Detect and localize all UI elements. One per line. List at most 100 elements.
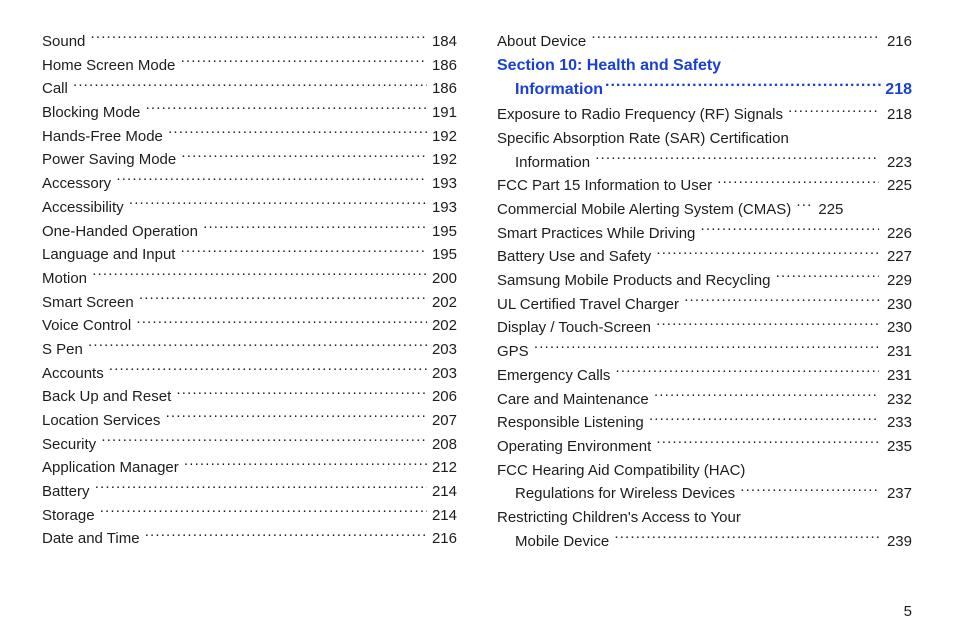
toc-entry-page: 212: [428, 456, 457, 480]
toc-entry[interactable]: Storage 214: [42, 504, 457, 528]
section-header-line1[interactable]: Section 10: Health and Safety: [497, 54, 912, 79]
toc-entry-page: 218: [880, 103, 912, 127]
toc-entry[interactable]: Back Up and Reset 206: [42, 385, 457, 409]
toc-dots: [88, 339, 427, 354]
toc-entry-label: Regulations for Wireless Devices: [515, 482, 739, 506]
toc-dots: [100, 505, 427, 520]
toc-dots: [656, 317, 879, 332]
toc-dots: [139, 292, 427, 307]
toc-entry-page: 206: [428, 385, 457, 409]
toc-entry[interactable]: Battery Use and Safety 227: [497, 245, 912, 269]
toc-entry[interactable]: Hands-Free Mode 192: [42, 125, 457, 149]
toc-entry[interactable]: One-Handed Operation 195: [42, 220, 457, 244]
toc-entry[interactable]: Regulations for Wireless Devices 237: [497, 482, 912, 506]
toc-entry-label: Smart Practices While Driving: [497, 222, 700, 246]
toc-entry[interactable]: UL Certified Travel Charger 230: [497, 293, 912, 317]
toc-entry[interactable]: FCC Part 15 Information to User 225: [497, 174, 912, 198]
toc-entry[interactable]: Language and Input 195: [42, 243, 457, 267]
toc-dots: [145, 528, 427, 543]
toc-dots: [776, 270, 879, 285]
toc-entry-page: 202: [428, 314, 457, 338]
toc-dots: [534, 341, 879, 356]
toc-entry-label: Sound: [42, 30, 90, 54]
section-header-line2[interactable]: Information 218: [497, 78, 912, 103]
toc-entry-label: Information: [515, 151, 594, 175]
toc-entry-page: 193: [428, 196, 457, 220]
toc-entry[interactable]: Accessory 193: [42, 172, 457, 196]
toc-entry-label: Smart Screen: [42, 291, 138, 315]
toc-dots: [701, 223, 879, 238]
toc-entry-page: 195: [428, 243, 457, 267]
toc-entry[interactable]: Care and Maintenance 232: [497, 388, 912, 412]
toc-entry-label: One-Handed Operation: [42, 220, 202, 244]
toc-entry[interactable]: Date and Time 216: [42, 527, 457, 551]
toc-entry-page: 237: [880, 482, 912, 506]
toc-entry[interactable]: Sound 184: [42, 30, 457, 54]
toc-entry[interactable]: Voice Control 202: [42, 314, 457, 338]
toc-entry[interactable]: Operating Environment 235: [497, 435, 912, 459]
toc-entry-page: 193: [428, 172, 457, 196]
toc-entry-page: 214: [428, 504, 457, 528]
toc-entry-page: 203: [428, 362, 457, 386]
toc-entry-page: 227: [880, 245, 912, 269]
toc-entry[interactable]: Location Services 207: [42, 409, 457, 433]
toc-entry[interactable]: S Pen 203: [42, 338, 457, 362]
toc-entry[interactable]: Smart Screen 202: [42, 291, 457, 315]
toc-entry[interactable]: Emergency Calls 231: [497, 364, 912, 388]
toc-dots: [109, 363, 427, 378]
toc-dots: [181, 149, 427, 164]
toc-entry-label: S Pen: [42, 338, 87, 362]
toc-dots: [136, 315, 427, 330]
toc-entry-label: Blocking Mode: [42, 101, 145, 125]
toc-entry[interactable]: Commercial Mobile Alerting System (CMAS)…: [497, 198, 912, 222]
toc-entry[interactable]: Accounts 203: [42, 362, 457, 386]
toc-entry-page: 223: [880, 151, 912, 175]
toc-entry[interactable]: Blocking Mode 191: [42, 101, 457, 125]
toc-entry-page: 230: [880, 293, 912, 317]
toc-dots: [717, 175, 879, 190]
toc-entry[interactable]: Exposure to Radio Frequency (RF) Signals…: [497, 103, 912, 127]
toc-entry-page: 229: [880, 269, 912, 293]
toc-entry[interactable]: Smart Practices While Driving 226: [497, 222, 912, 246]
toc-entry-page: 232: [880, 388, 912, 412]
toc-entry[interactable]: Information 223: [497, 151, 912, 175]
toc-entry-page: 225: [880, 174, 912, 198]
toc-dots: [95, 481, 427, 496]
toc-dots: [184, 457, 427, 472]
toc-dots: [614, 531, 879, 546]
toc-entry[interactable]: Application Manager 212: [42, 456, 457, 480]
toc-dots: [166, 410, 427, 425]
toc-entry[interactable]: Display / Touch-Screen 230: [497, 316, 912, 340]
toc-entry[interactable]: Home Screen Mode 186: [42, 54, 457, 78]
toc-entry[interactable]: GPS 231: [497, 340, 912, 364]
toc-entry[interactable]: Mobile Device 239: [497, 530, 912, 554]
toc-dots: [176, 386, 427, 401]
toc-dots: [616, 365, 879, 380]
toc-dots: [656, 436, 879, 451]
toc-entry-page: 186: [428, 54, 457, 78]
toc-entry[interactable]: Motion 200: [42, 267, 457, 291]
toc-dots: [740, 483, 879, 498]
toc-entry-label: Security: [42, 433, 100, 457]
toc-entry[interactable]: Samsung Mobile Products and Recycling 22…: [497, 269, 912, 293]
toc-entry-page: 192: [428, 125, 457, 149]
toc-entry-label: Language and Input: [42, 243, 180, 267]
toc-entry[interactable]: Accessibility 193: [42, 196, 457, 220]
toc-entry[interactable]: About Device 216: [497, 30, 912, 54]
toc-entry[interactable]: Call 186: [42, 77, 457, 101]
toc-entry[interactable]: Power Saving Mode 192: [42, 148, 457, 172]
toc-entry-continuation: Specific Absorption Rate (SAR) Certifica…: [497, 127, 912, 151]
toc-entry-label: Motion: [42, 267, 91, 291]
toc-dots: [796, 199, 810, 214]
toc-entry[interactable]: Security 208: [42, 433, 457, 457]
toc-entry-label: Back Up and Reset: [42, 385, 175, 409]
toc-entry-page: 191: [428, 101, 457, 125]
toc-entry-label: Samsung Mobile Products and Recycling: [497, 269, 775, 293]
toc-entry-label: Battery Use and Safety: [497, 245, 655, 269]
toc-entry-page: 233: [880, 411, 912, 435]
toc-entry[interactable]: Battery 214: [42, 480, 457, 504]
toc-entry[interactable]: Responsible Listening 233: [497, 411, 912, 435]
toc-entry-page: 226: [880, 222, 912, 246]
toc-entry-continuation: FCC Hearing Aid Compatibility (HAC): [497, 459, 912, 483]
toc-entry-label: GPS: [497, 340, 533, 364]
